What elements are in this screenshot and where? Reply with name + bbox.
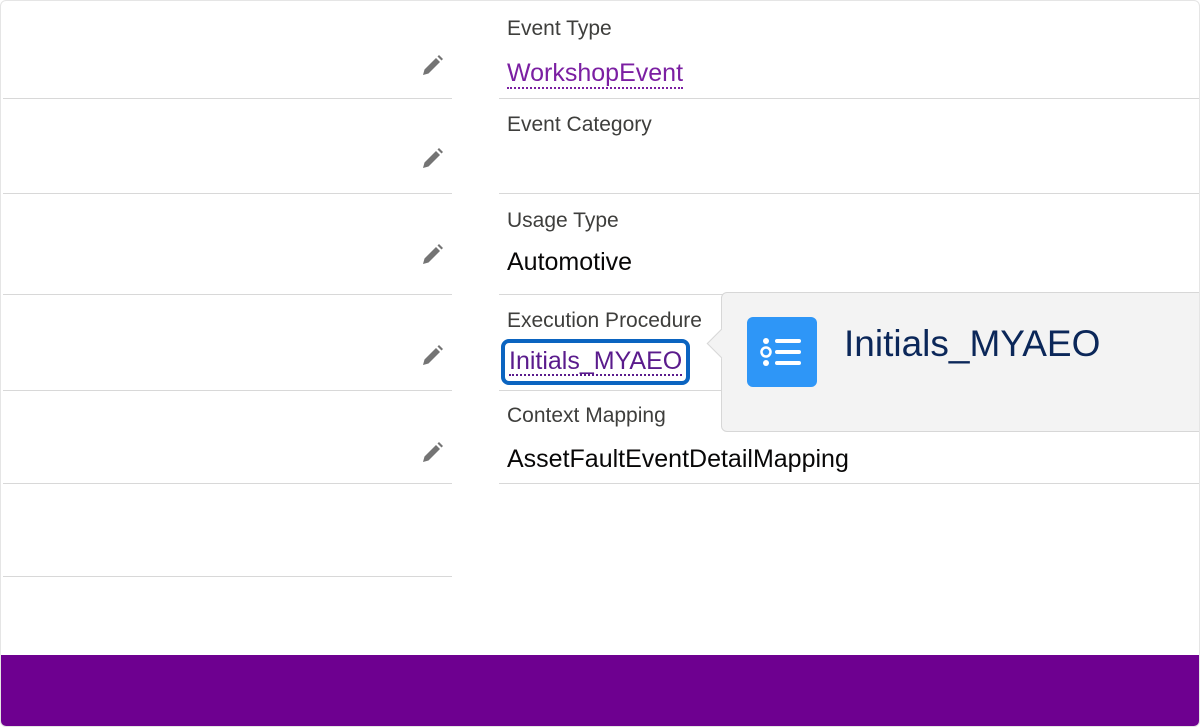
pencil-icon <box>423 148 443 168</box>
field-usage-type: Usage Type Automotive <box>499 194 1199 295</box>
field-value: Automotive <box>507 248 633 276</box>
pencil-icon <box>423 442 443 462</box>
footer-bar <box>1 655 1199 726</box>
field-label: Event Type <box>507 17 612 40</box>
edit-pencil-button[interactable] <box>419 440 445 466</box>
left-row <box>3 295 452 391</box>
edit-pencil-button[interactable] <box>419 53 445 79</box>
execution-procedure-link[interactable]: Initials_MYAEO <box>501 339 691 385</box>
pencil-icon <box>423 55 443 75</box>
hovercard-popover: Initials_MYAEO <box>706 292 1199 432</box>
edit-pencil-button[interactable] <box>419 242 445 268</box>
field-label: Event Category <box>507 113 652 136</box>
field-event-type: Event Type WorkshopEvent <box>499 1 1199 99</box>
left-row <box>3 1 452 99</box>
edit-pencil-button[interactable] <box>419 146 445 172</box>
field-label: Context Mapping <box>507 404 666 427</box>
left-row <box>3 484 452 577</box>
pencil-icon <box>423 244 443 264</box>
record-detail-panel: Event Type WorkshopEvent Event Category … <box>0 0 1200 727</box>
field-value: WorkshopEvent <box>507 59 684 89</box>
left-row <box>3 391 452 484</box>
field-label: Usage Type <box>507 209 619 232</box>
field-value: AssetFaultEventDetailMapping <box>507 445 849 473</box>
list-icon <box>747 317 817 387</box>
field-event-category: Event Category <box>499 99 1199 194</box>
edit-pencil-button[interactable] <box>419 343 445 369</box>
execution-procedure-link-text: Initials_MYAEO <box>509 347 683 376</box>
pencil-icon <box>423 345 443 365</box>
left-row <box>3 99 452 194</box>
left-row <box>3 194 452 295</box>
event-type-link[interactable]: WorkshopEvent <box>507 59 684 89</box>
field-label: Execution Procedure <box>507 309 702 332</box>
hovercard-title[interactable]: Initials_MYAEO <box>844 323 1100 365</box>
